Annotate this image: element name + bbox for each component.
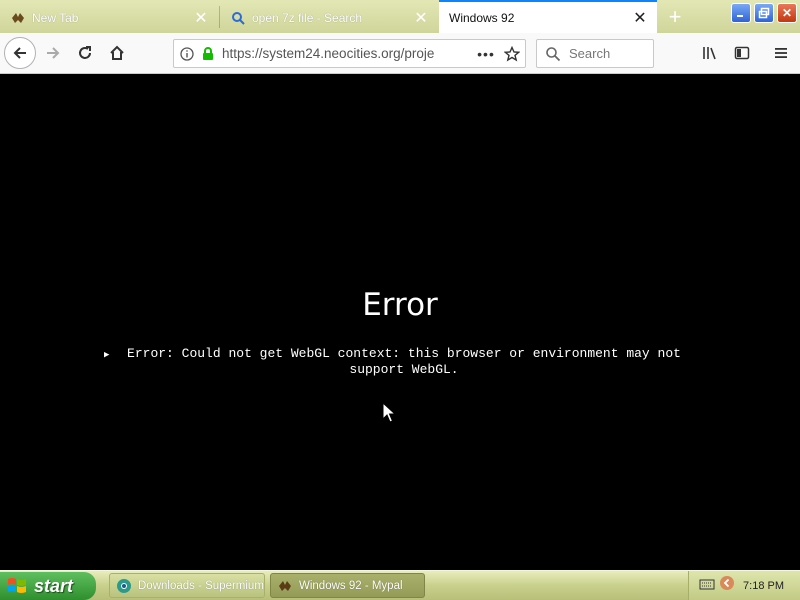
- url-text[interactable]: https://system24.neocities.org/proje: [216, 46, 473, 61]
- tab-new-tab[interactable]: New Tab ✕: [0, 2, 218, 33]
- forward-button[interactable]: [38, 38, 68, 68]
- search-input[interactable]: [569, 46, 649, 61]
- close-window-button[interactable]: ✕: [777, 3, 797, 23]
- keyboard-icon[interactable]: [699, 577, 715, 595]
- start-button[interactable]: start: [0, 572, 96, 600]
- navigation-toolbar: https://system24.neocities.org/proje •••: [0, 33, 800, 74]
- close-tab-icon[interactable]: ✕: [629, 7, 651, 29]
- taskbar-item-downloads[interactable]: Downloads - Supermium: [109, 573, 265, 598]
- task-label: Windows 92 - Mypal: [299, 579, 403, 592]
- hamburger-menu-icon: [775, 48, 787, 58]
- taskbar-item-windows-92[interactable]: Windows 92 - Mypal: [270, 573, 425, 598]
- supermium-icon: [116, 578, 132, 594]
- new-tab-button[interactable]: +: [662, 4, 688, 30]
- taskbar: start Downloads - Supermium Windows 92 -…: [0, 570, 800, 600]
- tab-label: Windows 92: [449, 10, 515, 25]
- lock-icon: [200, 46, 216, 61]
- windows-logo-icon: [8, 578, 26, 593]
- back-button[interactable]: [4, 37, 36, 69]
- reload-button[interactable]: [70, 38, 100, 68]
- home-button[interactable]: [102, 38, 132, 68]
- mouse-cursor-icon: [382, 402, 396, 423]
- reload-icon: [79, 46, 91, 59]
- error-title: Error: [362, 287, 438, 323]
- mypal-icon: [277, 578, 293, 594]
- library-button[interactable]: [695, 38, 725, 68]
- tab-label: open 7z file - Search: [252, 10, 363, 25]
- bookmark-star-icon[interactable]: [499, 45, 525, 62]
- back-arrow-icon: [13, 47, 26, 59]
- mypal-icon: [10, 10, 26, 26]
- error-message[interactable]: ▶ Error: Could not get WebGL context: th…: [104, 346, 704, 378]
- tab-windows-92[interactable]: Windows 92 ✕: [439, 0, 657, 33]
- search-box[interactable]: [536, 39, 654, 68]
- tab-bar: New Tab ✕ open 7z file - Search ✕ Window…: [0, 0, 800, 33]
- home-icon: [110, 45, 124, 60]
- minimize-button[interactable]: [731, 3, 751, 23]
- library-icon: [703, 47, 716, 60]
- task-label: Downloads - Supermium: [138, 579, 264, 592]
- tab-label: New Tab: [32, 10, 79, 25]
- close-tab-icon[interactable]: ✕: [190, 7, 212, 29]
- info-icon[interactable]: [174, 46, 200, 61]
- disclosure-triangle-icon[interactable]: ▶: [104, 347, 109, 363]
- page-content: Error ▶ Error: Could not get WebGL conte…: [0, 75, 800, 570]
- restore-button[interactable]: [754, 3, 774, 23]
- search-icon: [230, 10, 246, 26]
- address-bar[interactable]: https://system24.neocities.org/proje •••: [173, 39, 526, 68]
- tray-expand-icon[interactable]: [719, 575, 735, 596]
- system-tray: 7:18 PM: [688, 571, 800, 600]
- close-tab-icon[interactable]: ✕: [410, 7, 432, 29]
- forward-arrow-icon: [47, 47, 60, 59]
- search-icon: [546, 46, 561, 61]
- tab-search[interactable]: open 7z file - Search ✕: [220, 2, 438, 33]
- error-message-text: Error: Could not get WebGL context: this…: [127, 346, 681, 377]
- clock[interactable]: 7:18 PM: [743, 580, 784, 592]
- page-actions-icon[interactable]: •••: [473, 46, 499, 62]
- menu-button[interactable]: [766, 38, 796, 68]
- start-label: start: [34, 575, 74, 596]
- sidebar-icon: [734, 46, 750, 60]
- sidebar-button[interactable]: [727, 38, 757, 68]
